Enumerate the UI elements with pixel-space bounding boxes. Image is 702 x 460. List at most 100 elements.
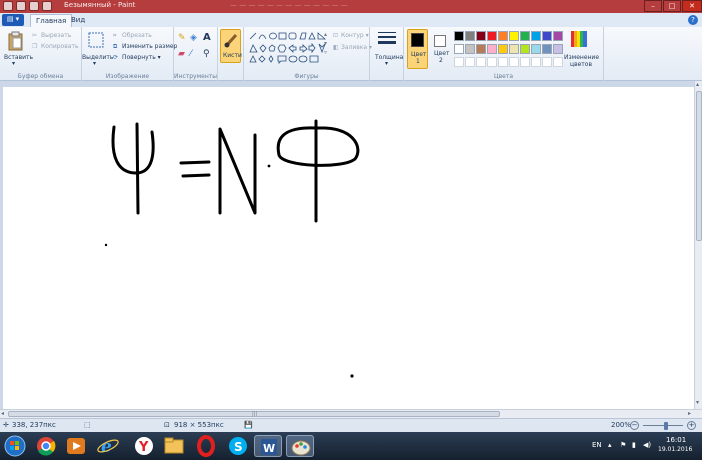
color1-button[interactable]: Цвет 1 bbox=[407, 29, 428, 69]
palette-swatch[interactable] bbox=[542, 31, 552, 41]
yandex-browser-taskbar-button[interactable]: Y bbox=[130, 435, 158, 457]
zoom-slider-thumb[interactable] bbox=[663, 422, 668, 430]
tray-expand-icon[interactable]: ▴ bbox=[608, 441, 612, 449]
chrome-taskbar-button[interactable] bbox=[32, 435, 60, 457]
custom-color-slot[interactable] bbox=[487, 57, 497, 67]
copy-button[interactable]: Копировать bbox=[41, 43, 78, 50]
zoom-in-button[interactable]: + bbox=[687, 421, 696, 430]
skype-taskbar-button[interactable]: S bbox=[224, 435, 252, 457]
select-dropdown-icon[interactable]: ▾ bbox=[93, 60, 96, 67]
outline-button[interactable]: Контур ▾ bbox=[341, 32, 369, 39]
palette-swatch[interactable] bbox=[531, 44, 541, 54]
palette-swatch[interactable] bbox=[531, 31, 541, 41]
opera-taskbar-button[interactable] bbox=[192, 435, 220, 457]
scroll-up-icon[interactable]: ▴ bbox=[696, 81, 699, 88]
custom-color-slot[interactable] bbox=[465, 57, 475, 67]
size-button[interactable]: Толщина bbox=[375, 54, 403, 61]
palette-swatch[interactable] bbox=[498, 31, 508, 41]
custom-color-slot[interactable] bbox=[476, 57, 486, 67]
custom-color-slot[interactable] bbox=[553, 57, 563, 67]
custom-color-slot[interactable] bbox=[542, 57, 552, 67]
brushes-button[interactable]: Кисти bbox=[220, 29, 242, 63]
close-button[interactable]: ✕ bbox=[682, 0, 702, 12]
shapes-scroll-up-icon[interactable]: ▴ bbox=[324, 31, 327, 38]
select-button[interactable]: Выделить bbox=[82, 54, 113, 61]
media-player-taskbar-button[interactable] bbox=[62, 435, 90, 457]
custom-color-slot[interactable] bbox=[509, 57, 519, 67]
start-button[interactable] bbox=[2, 435, 28, 457]
paint-taskbar-button[interactable] bbox=[286, 435, 314, 457]
redo-icon[interactable] bbox=[42, 1, 52, 11]
size-lines-icon[interactable] bbox=[378, 31, 396, 47]
palette-swatch[interactable] bbox=[553, 31, 563, 41]
volume-icon[interactable]: ◀) bbox=[643, 441, 651, 449]
palette-swatch[interactable] bbox=[454, 44, 464, 54]
palette-swatch[interactable] bbox=[454, 31, 464, 41]
palette-swatch[interactable] bbox=[509, 31, 519, 41]
network-icon[interactable]: ▮ bbox=[632, 441, 636, 449]
vertical-scroll-thumb[interactable] bbox=[696, 91, 702, 241]
edit-colors-button[interactable]: Изменение bbox=[564, 54, 599, 61]
horizontal-scrollbar[interactable]: ◂ ||| ▸ bbox=[0, 409, 702, 418]
explorer-taskbar-button[interactable] bbox=[160, 435, 188, 457]
palette-swatch[interactable] bbox=[465, 31, 475, 41]
palette-swatch[interactable] bbox=[520, 31, 530, 41]
help-icon[interactable]: ? bbox=[688, 15, 698, 25]
palette-swatch[interactable] bbox=[542, 44, 552, 54]
scroll-right-icon[interactable]: ▸ bbox=[688, 410, 691, 417]
custom-color-slot[interactable] bbox=[498, 57, 508, 67]
magnifier-icon[interactable]: ⚲ bbox=[203, 49, 210, 59]
color-picker-icon[interactable]: ⁄ bbox=[190, 49, 192, 59]
palette-swatch[interactable] bbox=[498, 44, 508, 54]
action-center-flag-icon[interactable]: ⚑ bbox=[620, 441, 626, 449]
scroll-left-icon[interactable]: ◂ bbox=[1, 410, 4, 417]
minimize-button[interactable]: – bbox=[644, 0, 662, 12]
paint-app-icon[interactable] bbox=[3, 1, 13, 11]
file-menu-button[interactable]: ▤ ▾ bbox=[2, 14, 24, 26]
palette-swatch[interactable] bbox=[465, 44, 475, 54]
crop-button[interactable]: Обрезать bbox=[122, 32, 152, 39]
custom-color-slot[interactable] bbox=[531, 57, 541, 67]
tab-view[interactable]: Вид bbox=[66, 14, 90, 27]
clock-time[interactable]: 16:01 bbox=[666, 436, 686, 444]
word-taskbar-button[interactable]: W bbox=[254, 435, 282, 457]
fill-button[interactable]: Заливка ▾ bbox=[341, 44, 372, 51]
palette-swatch[interactable] bbox=[487, 44, 497, 54]
pencil-icon[interactable]: ✎ bbox=[178, 33, 186, 43]
language-indicator[interactable]: EN bbox=[592, 441, 602, 449]
scroll-down-icon[interactable]: ▾ bbox=[696, 399, 699, 406]
save-icon[interactable] bbox=[16, 1, 26, 11]
horizontal-scroll-thumb[interactable]: ||| bbox=[8, 411, 500, 417]
resize-button[interactable]: Изменить размер bbox=[122, 43, 177, 50]
zoom-out-button[interactable]: − bbox=[630, 421, 639, 430]
palette-swatch[interactable] bbox=[487, 31, 497, 41]
shapes-more-icon[interactable]: ▿ bbox=[324, 49, 327, 56]
shapes-gallery[interactable] bbox=[248, 31, 328, 65]
paste-button[interactable]: Вставить bbox=[4, 54, 33, 61]
custom-color-slot[interactable] bbox=[454, 57, 464, 67]
color2-button[interactable]: Цвет 2 bbox=[431, 29, 452, 69]
undo-icon[interactable] bbox=[29, 1, 39, 11]
maximize-button[interactable]: □ bbox=[663, 0, 681, 12]
drawing-canvas[interactable] bbox=[3, 87, 694, 409]
eraser-icon[interactable]: ▰ bbox=[178, 49, 185, 59]
vertical-scrollbar[interactable]: ▴ ▾ bbox=[694, 81, 702, 409]
text-tool-icon[interactable]: A bbox=[203, 32, 211, 43]
palette-swatch[interactable] bbox=[476, 31, 486, 41]
paste-icon[interactable] bbox=[8, 31, 24, 51]
paste-dropdown-icon[interactable]: ▾ bbox=[12, 60, 15, 67]
palette-swatch[interactable] bbox=[520, 44, 530, 54]
size-dropdown-icon[interactable]: ▾ bbox=[385, 60, 388, 67]
fill-bucket-icon[interactable]: ◈ bbox=[190, 33, 197, 43]
rotate-button[interactable]: Повернуть ▾ bbox=[122, 54, 161, 61]
shapes-scroll-down-icon[interactable]: ▾ bbox=[324, 40, 327, 47]
cut-button[interactable]: Вырезать bbox=[41, 32, 71, 39]
select-icon[interactable] bbox=[88, 32, 104, 48]
palette-swatch[interactable] bbox=[553, 44, 563, 54]
internet-explorer-taskbar-button[interactable]: e bbox=[94, 435, 122, 457]
palette-swatch[interactable] bbox=[476, 44, 486, 54]
clock-date[interactable]: 19.01.2016 bbox=[658, 446, 692, 453]
custom-color-slot[interactable] bbox=[520, 57, 530, 67]
edit-colors-icon[interactable] bbox=[571, 31, 587, 47]
palette-swatch[interactable] bbox=[509, 44, 519, 54]
